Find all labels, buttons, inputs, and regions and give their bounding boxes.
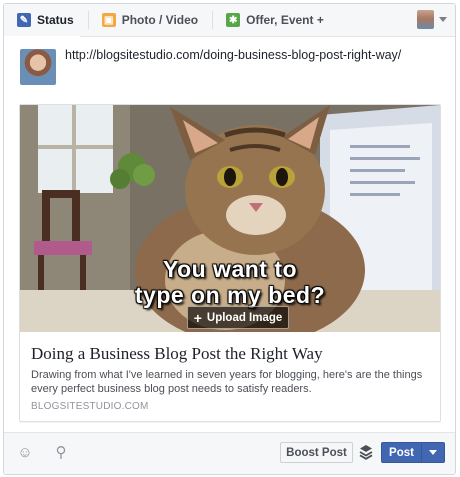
identity-selector[interactable]	[417, 10, 447, 29]
tab-status[interactable]: ✎ Status	[4, 4, 80, 38]
plus-icon: +	[193, 309, 202, 326]
photo-icon: ▣	[101, 13, 116, 27]
link-preview-card[interactable]: You want to type on my bed? + Upload Ima…	[19, 104, 441, 422]
layers-icon[interactable]	[359, 444, 373, 460]
link-description[interactable]: Drawing from what I've learned in seven …	[31, 368, 431, 396]
upload-image-button[interactable]: + Upload Image	[187, 306, 289, 329]
post-options-dropdown[interactable]	[422, 443, 444, 462]
post-button-label[interactable]: Post	[382, 443, 422, 462]
post-button[interactable]: Post	[381, 442, 445, 463]
post-composer: ✎ Status ▣ Photo / Video ✱ Offer, Event …	[3, 3, 456, 475]
location-pin-icon[interactable]: ⚲	[53, 445, 69, 461]
avatar	[417, 10, 434, 29]
author-avatar	[20, 49, 56, 85]
tab-offer-event-label: Offer, Event +	[246, 13, 324, 27]
tab-offer-event[interactable]: ✱ Offer, Event +	[213, 4, 330, 37]
upload-image-label: Upload Image	[206, 311, 283, 324]
tab-status-label: Status	[37, 13, 74, 27]
image-caption-line2: type on my bed?	[134, 282, 326, 308]
offer-icon: ✱	[226, 13, 241, 27]
tab-photo-video[interactable]: ▣ Photo / Video	[89, 4, 204, 37]
composer-tabs: ✎ Status ▣ Photo / Video ✱ Offer, Event …	[4, 4, 455, 38]
image-caption-line1: You want to	[162, 256, 298, 282]
chevron-down-icon	[429, 450, 437, 455]
post-text-input[interactable]: http://blogsitestudio.com/doing-business…	[65, 48, 401, 62]
pencil-icon: ✎	[17, 13, 31, 27]
boost-post-button[interactable]: Boost Post	[280, 442, 353, 463]
chevron-down-icon	[439, 17, 447, 22]
link-preview-image: You want to type on my bed? + Upload Ima…	[20, 105, 440, 332]
tab-photo-video-label: Photo / Video	[121, 13, 199, 27]
composer-footer: ☺ ⚲ Boost Post Post	[4, 432, 455, 474]
link-title[interactable]: Doing a Business Blog Post the Right Way	[31, 344, 323, 364]
smiley-icon[interactable]: ☺	[17, 445, 33, 461]
link-domain: BLOGSITESTUDIO.COM	[31, 401, 149, 412]
